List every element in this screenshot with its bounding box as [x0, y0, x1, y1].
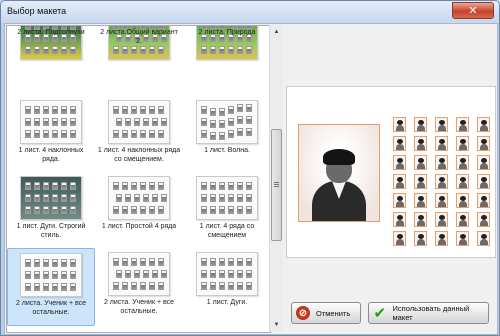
layout-thumbnail: [20, 253, 82, 297]
classmate-photo-placeholder: [477, 155, 490, 170]
classmate-photo-placeholder: [393, 193, 406, 208]
layout-item[interactable]: 1 лист. Дуги. Строгий стиль.: [7, 172, 95, 250]
layout-item[interactable]: 1 лист. 4 наклонных ряда со смещением.: [95, 96, 183, 174]
classmate-photo-placeholder: [414, 193, 427, 208]
classmate-photo-placeholder: [477, 193, 490, 208]
layout-item-label: 2 листа. Ученик + все остальные.: [15, 300, 87, 316]
layout-list: 2 листа. Подсолнухи 2 листа.Общий вариант…: [6, 25, 271, 333]
classmate-photo-placeholder: [456, 174, 469, 189]
classmate-photo-placeholder: [456, 117, 469, 132]
classmate-photo-placeholder: [414, 212, 427, 227]
classmate-photo-placeholder: [477, 117, 490, 132]
classmate-photo-placeholder: [456, 136, 469, 151]
classmate-photo-placeholder: [435, 155, 448, 170]
layout-item[interactable]: 1 лист. Дуги.: [183, 248, 270, 326]
layout-thumbnail: [20, 176, 82, 220]
layout-item[interactable]: 1 лист. Волна.: [183, 96, 270, 174]
classmate-photo-placeholder: [414, 136, 427, 151]
layout-item[interactable]: 2 листа.Общий вариант 2.: [95, 26, 183, 104]
scroll-down-arrow-icon[interactable]: ▼: [271, 319, 282, 330]
classmate-photo-placeholder: [435, 231, 448, 246]
layout-item[interactable]: 2 листа. Природа: [183, 26, 270, 104]
classmate-photo-placeholder: [477, 231, 490, 246]
classmate-photo-placeholder: [414, 155, 427, 170]
layout-item[interactable]: 2 листа. Ученик + все остальные.: [95, 248, 183, 326]
layout-item-label: 2 листа.Общий вариант 2.: [100, 29, 178, 45]
layout-preview: [286, 86, 496, 258]
classmate-photo-placeholder: [414, 231, 427, 246]
classmate-photo-placeholder: [456, 231, 469, 246]
layout-thumbnail: [108, 176, 170, 220]
classmate-photo-placeholder: [393, 136, 406, 151]
layout-item-label: 1 лист. Простой 4 ряда: [101, 223, 177, 230]
use-layout-button[interactable]: ✔ Использовать данный макет: [368, 302, 489, 324]
classmate-photo-placeholder: [456, 155, 469, 170]
use-layout-button-label: Использовать данный макет: [392, 304, 470, 322]
classmate-photo-placeholder: [393, 174, 406, 189]
dialog-body: 2 листа. Подсолнухи 2 листа.Общий вариант…: [4, 23, 498, 335]
layout-item-label: 2 листа. Подсолнухи: [17, 29, 85, 36]
layout-thumbnail: [196, 252, 258, 296]
layout-item[interactable]: 1 лист. Простой 4 ряда: [95, 172, 183, 250]
layout-item[interactable]: 2 листа. Ученик + все остальные.: [7, 248, 95, 326]
scroll-thumb[interactable]: [271, 129, 282, 241]
classmate-photo-placeholder: [435, 212, 448, 227]
classmate-photo-placeholder: [393, 155, 406, 170]
layout-item-label: 1 лист. Волна.: [204, 147, 250, 154]
layout-item-label: 1 лист. 4 ряда со смещением: [199, 223, 255, 239]
layout-item[interactable]: 1 лист. 4 ряда со смещением: [183, 172, 270, 250]
classmate-photo-placeholder: [477, 136, 490, 151]
layout-item-label: 1 лист. Дуги.: [206, 299, 248, 306]
classmate-photo-placeholder: [393, 212, 406, 227]
classmate-photo-placeholder: [435, 117, 448, 132]
layout-thumbnail: [196, 100, 258, 144]
classmate-photo-placeholder: [393, 117, 406, 132]
scroll-up-arrow-icon[interactable]: ▲: [271, 26, 282, 37]
classmate-photo-placeholder: [393, 231, 406, 246]
layout-thumbnail: [108, 252, 170, 296]
layout-item-label: 1 лист. 4 наклонных ряда со смещением.: [97, 147, 181, 163]
vertical-scrollbar[interactable]: ▲ ▼: [269, 25, 283, 331]
classmate-photo-placeholder: [456, 212, 469, 227]
title-bar: Выбор макета ✕: [1, 1, 499, 23]
classmate-photo-placeholder: [456, 193, 469, 208]
classmate-photo-placeholder: [414, 117, 427, 132]
cancel-button-label: Отменить: [316, 308, 351, 318]
layout-item-label: 1 лист. 4 наклонных ряда.: [18, 147, 84, 163]
close-icon: ✕: [468, 5, 478, 17]
layout-item-label: 1 лист. Дуги. Строгий стиль.: [16, 223, 86, 239]
student-photo-placeholder: [298, 124, 380, 222]
layout-thumbnail: [196, 176, 258, 220]
classmate-photo-placeholder: [435, 174, 448, 189]
classmate-photo-placeholder: [435, 136, 448, 151]
classmate-photo-placeholder: [477, 174, 490, 189]
classmate-photo-placeholder: [414, 174, 427, 189]
close-button[interactable]: ✕: [452, 2, 494, 19]
classmate-photo-placeholder: [477, 212, 490, 227]
layout-thumbnail: [20, 100, 82, 144]
window-title: Выбор макета: [7, 6, 67, 16]
layout-item[interactable]: 1 лист. 4 наклонных ряда.: [7, 96, 95, 174]
layout-thumbnail: [108, 100, 170, 144]
layout-dialog: Выбор макета ✕ 2 листа. Подсолнухи 2 лист…: [0, 0, 500, 336]
cancel-icon: ⊘: [296, 306, 310, 320]
layout-item[interactable]: 2 листа. Подсолнухи: [7, 26, 95, 104]
checkmark-icon: ✔: [373, 304, 387, 322]
layout-item-label: 2 листа. Ученик + все остальные.: [103, 299, 175, 315]
layout-item-label: 2 листа. Природа: [198, 29, 256, 36]
classmate-photo-placeholder: [435, 193, 448, 208]
cancel-button[interactable]: ⊘ Отменить: [291, 302, 361, 324]
